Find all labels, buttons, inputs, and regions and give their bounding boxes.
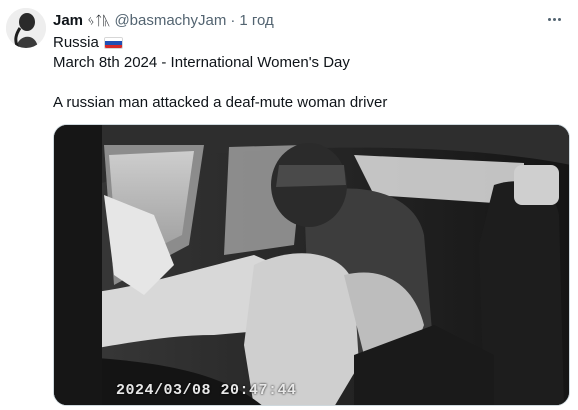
tweet-timestamp[interactable]: 1 год xyxy=(239,12,273,29)
author-handle[interactable]: @basmachyJam xyxy=(114,12,226,29)
more-options-button[interactable] xyxy=(542,9,566,29)
author-name-glyph: ᛃᛏᚣ xyxy=(87,12,111,28)
more-horizontal-icon xyxy=(547,17,561,21)
russia-flag-icon xyxy=(103,37,123,49)
flag-stripe-red xyxy=(104,44,122,48)
video-overlay-timestamp: 2024/03/08 20:47:44 xyxy=(116,382,297,399)
tweet-header: Jam ᛃᛏᚣ @basmachyJam · 1 год xyxy=(53,10,538,30)
tweet-text-line: March 8th 2024 - International Women's D… xyxy=(53,53,562,73)
avatar[interactable] xyxy=(6,8,46,48)
tweet-card: Jam ᛃᛏᚣ @basmachyJam · 1 год Russia Marc… xyxy=(0,0,578,410)
tweet-location: Russia xyxy=(53,34,99,51)
tweet-text-line: Russia xyxy=(53,33,562,53)
dashcam-frame xyxy=(54,125,569,405)
author-display-name[interactable]: Jam xyxy=(53,12,83,29)
tweet-description: A russian man attacked a deaf-mute woman… xyxy=(53,94,388,111)
header-separator: · xyxy=(230,11,236,29)
tweet-date-line: March 8th 2024 - International Women's D… xyxy=(53,54,350,71)
avatar-image xyxy=(6,8,46,48)
tweet-text: Russia March 8th 2024 - International Wo… xyxy=(53,33,562,113)
tweet-text-line: A russian man attacked a deaf-mute woman… xyxy=(53,93,562,113)
tweet-video[interactable]: 2024/03/08 20:47:44 xyxy=(53,124,570,406)
